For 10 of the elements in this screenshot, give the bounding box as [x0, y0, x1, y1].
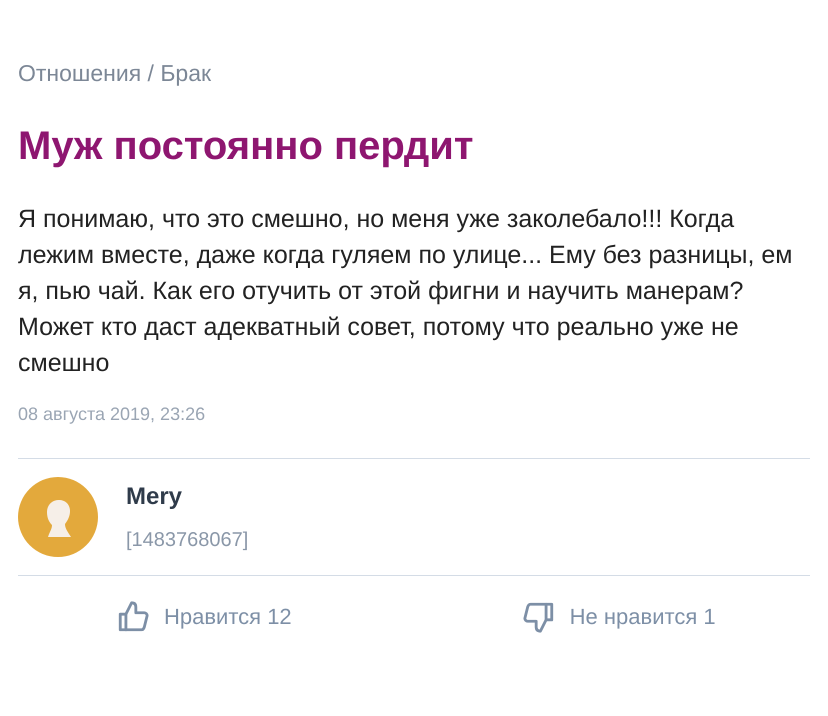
like-button[interactable]: Нравится 12 [116, 600, 292, 634]
post-date: 08 августа 2019, 23:26 [18, 402, 206, 426]
author-name[interactable]: Mery [126, 478, 248, 514]
post-text: Я понимаю, что это смешно, но меня уже заколебало!!! Когда лежим вместе, даже когда гуляем по улице... Ему без разницы, ем я, пью чай. Как его отучить от этой фигни и научить манерам? Может кто даст адекватный совет, потому что реально уже не смешно [18, 204, 794, 378]
breadcrumb[interactable]: Отношения / Брак [18, 56, 810, 90]
thumbs-up-icon [116, 600, 150, 634]
post-title: Муж постоянно пердит [18, 122, 474, 170]
author-id: [1483768067] [126, 528, 248, 552]
dislike-button[interactable]: Не нравится 1 [522, 600, 716, 634]
avatar-icon[interactable] [18, 476, 98, 556]
